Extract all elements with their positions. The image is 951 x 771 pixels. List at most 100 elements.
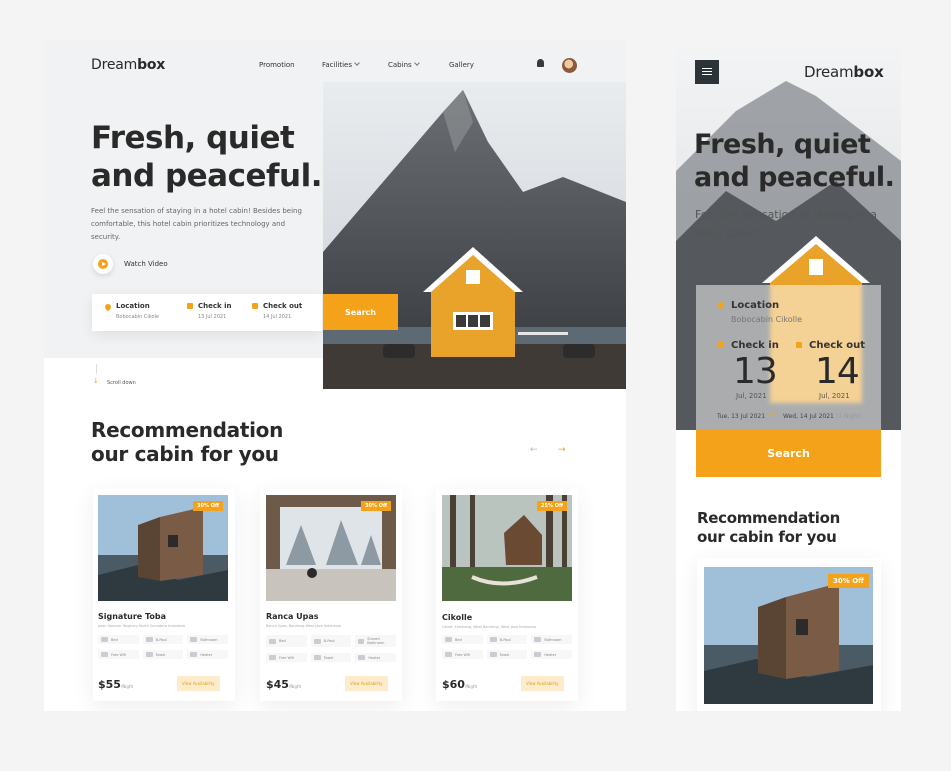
- facility-label: B-Pool: [323, 639, 335, 643]
- bathroom-icon: [534, 637, 542, 642]
- watch-video-label[interactable]: Watch Video: [124, 260, 168, 268]
- wifi-icon: [445, 652, 452, 657]
- mobile-cabin-card[interactable]: 30% Off: [697, 558, 881, 711]
- heater-icon: [534, 652, 542, 657]
- price-unit: /Night: [464, 684, 478, 689]
- pool-icon: [313, 638, 321, 644]
- heater-icon: [358, 655, 366, 660]
- facility-pool: B-Pool: [142, 635, 184, 644]
- wifi-icon: [101, 652, 108, 657]
- facility-grid: Bed B-Pool Bathroom Free Wifi Towel Heat…: [98, 635, 228, 659]
- view-availability-button[interactable]: View Availability: [177, 676, 220, 691]
- date-range-to-label: Wed, 14 Jul 2021: [783, 413, 834, 420]
- location-pin-icon: [716, 300, 726, 310]
- facility-wifi: Free Wifi: [98, 650, 139, 659]
- facility-bathroom: Bathroom: [531, 635, 572, 644]
- rec-title-line1: Recommendation: [697, 509, 840, 527]
- hero-title-line1: Fresh, quiet: [694, 129, 871, 160]
- nav-gallery[interactable]: Gallery: [449, 61, 474, 69]
- nights-count: (1 Night): [835, 413, 863, 420]
- calendar-icon: [187, 303, 193, 309]
- checkout-day[interactable]: 14: [815, 351, 860, 392]
- hero-title-line2: and peaceful.: [91, 158, 322, 194]
- desktop-frame: Dreambox Promotion Facilities Cabins Gal…: [44, 41, 626, 711]
- location-value[interactable]: Bobocabin Cikolle: [731, 315, 802, 324]
- price-value: $45: [266, 678, 289, 691]
- nav-cabins[interactable]: Cabins: [388, 60, 420, 69]
- facility-bed: Bed: [442, 635, 483, 644]
- checkin-label: Check in: [198, 302, 232, 310]
- arrow-left-icon[interactable]: ←: [530, 445, 538, 455]
- discount-badge: 30% Off: [828, 574, 869, 588]
- price-value: $55: [98, 678, 121, 691]
- play-video-button[interactable]: [93, 254, 113, 274]
- facility-towel: Towel: [142, 650, 184, 659]
- calendar-icon: [796, 342, 802, 348]
- bed-icon: [269, 638, 276, 644]
- facility-pool: B-Pool: [486, 635, 528, 644]
- arrow-right-icon: →: [769, 411, 775, 419]
- discount-badge: 30% Off: [361, 501, 392, 511]
- cabin-card[interactable]: 30% Off Signature Toba Jalan Samosir Reg…: [93, 489, 235, 701]
- checkout-value[interactable]: 14 Jul 2021: [263, 314, 291, 320]
- arrow-right-icon[interactable]: →: [558, 445, 566, 455]
- facility-grid: Bed B-Pool Shared Bathroom Free Wifi Tow…: [266, 635, 396, 662]
- bell-icon[interactable]: [537, 59, 544, 67]
- facility-label: Bathroom: [200, 637, 218, 642]
- cabin-price: $45/Night: [266, 678, 301, 691]
- cabin-card[interactable]: 25% Off Cikolle Cikole, Lembang, West Ba…: [436, 489, 578, 701]
- facility-label: B-Pool: [155, 637, 167, 642]
- facility-label: Free Wifi: [279, 655, 295, 660]
- scroll-line: [96, 364, 97, 374]
- facility-bathroom: Bathroom: [187, 635, 228, 644]
- mobile-search-button[interactable]: Search: [696, 429, 881, 477]
- facility-label: Bathroom: [544, 637, 562, 642]
- hero-title-line2: and peaceful.: [694, 162, 895, 193]
- location-value[interactable]: Bobocabin Cikole: [116, 314, 159, 320]
- view-availability-button[interactable]: View Availability: [521, 676, 564, 691]
- nav-facilities[interactable]: Facilities: [322, 60, 360, 69]
- nav-promotion[interactable]: Promotion: [259, 61, 295, 69]
- view-availability-button[interactable]: View Availability: [345, 676, 388, 691]
- cabin-name: Signature Toba: [98, 612, 167, 621]
- cabin-mountain-illustration: [323, 82, 626, 389]
- checkout-month: Jul, 2021: [819, 392, 850, 400]
- brand-logo[interactable]: Dreambox: [91, 57, 165, 73]
- checkout-label: Check out: [809, 340, 866, 351]
- search-button[interactable]: Search: [323, 294, 398, 330]
- location-pin-icon: [103, 302, 113, 312]
- cabin-name: Cikolle: [442, 613, 473, 622]
- bed-icon: [445, 637, 452, 642]
- towel-icon: [489, 652, 497, 657]
- date-range-to: Wed, 14 Jul 2021 (1 Night): [783, 413, 862, 420]
- booking-bar: Location Bobocabin Cikole Check in 13 Ju…: [92, 294, 322, 331]
- avatar[interactable]: [562, 58, 577, 73]
- mobile-frame: Dreambox Fresh, quiet and peaceful. Feel…: [676, 41, 901, 711]
- scroll-down-label[interactable]: Scroll down: [107, 380, 136, 386]
- rec-title-line2: our cabin for you: [91, 442, 279, 466]
- facility-bed: Bed: [98, 635, 139, 644]
- cabin-name: Ranca Upas: [266, 612, 319, 621]
- facility-bathroom: Shared Bathroom: [355, 635, 396, 647]
- facility-label: Towel: [499, 652, 510, 657]
- logo-bold: box: [853, 63, 884, 81]
- hero-subtitle: Feel the sensation of staying in a hotel…: [91, 207, 302, 241]
- facility-label: Free Wifi: [455, 652, 471, 657]
- facility-label: Towel: [323, 655, 334, 660]
- facility-label: Heater: [544, 652, 557, 657]
- checkin-value[interactable]: 13 Jul 2021: [198, 314, 226, 320]
- pool-icon: [489, 637, 497, 642]
- facility-bed: Bed: [266, 635, 307, 647]
- price-unit: /Night: [120, 684, 134, 689]
- cabin-card[interactable]: 30% Off Ranca Upas Ranca Upas, Bandung W…: [260, 489, 402, 701]
- towel-icon: [145, 652, 153, 657]
- menu-button[interactable]: [695, 60, 719, 84]
- checkout-label: Check out: [263, 302, 303, 310]
- cabin-price: $55/Night: [98, 678, 133, 691]
- checkin-day[interactable]: 13: [733, 351, 778, 392]
- cabin-price: $60/Night: [442, 678, 477, 691]
- facility-label: Bed: [279, 639, 286, 643]
- facility-wifi: Free Wifi: [442, 650, 483, 659]
- mobile-brand-logo[interactable]: Dreambox: [804, 63, 884, 81]
- hero-image: [323, 82, 626, 389]
